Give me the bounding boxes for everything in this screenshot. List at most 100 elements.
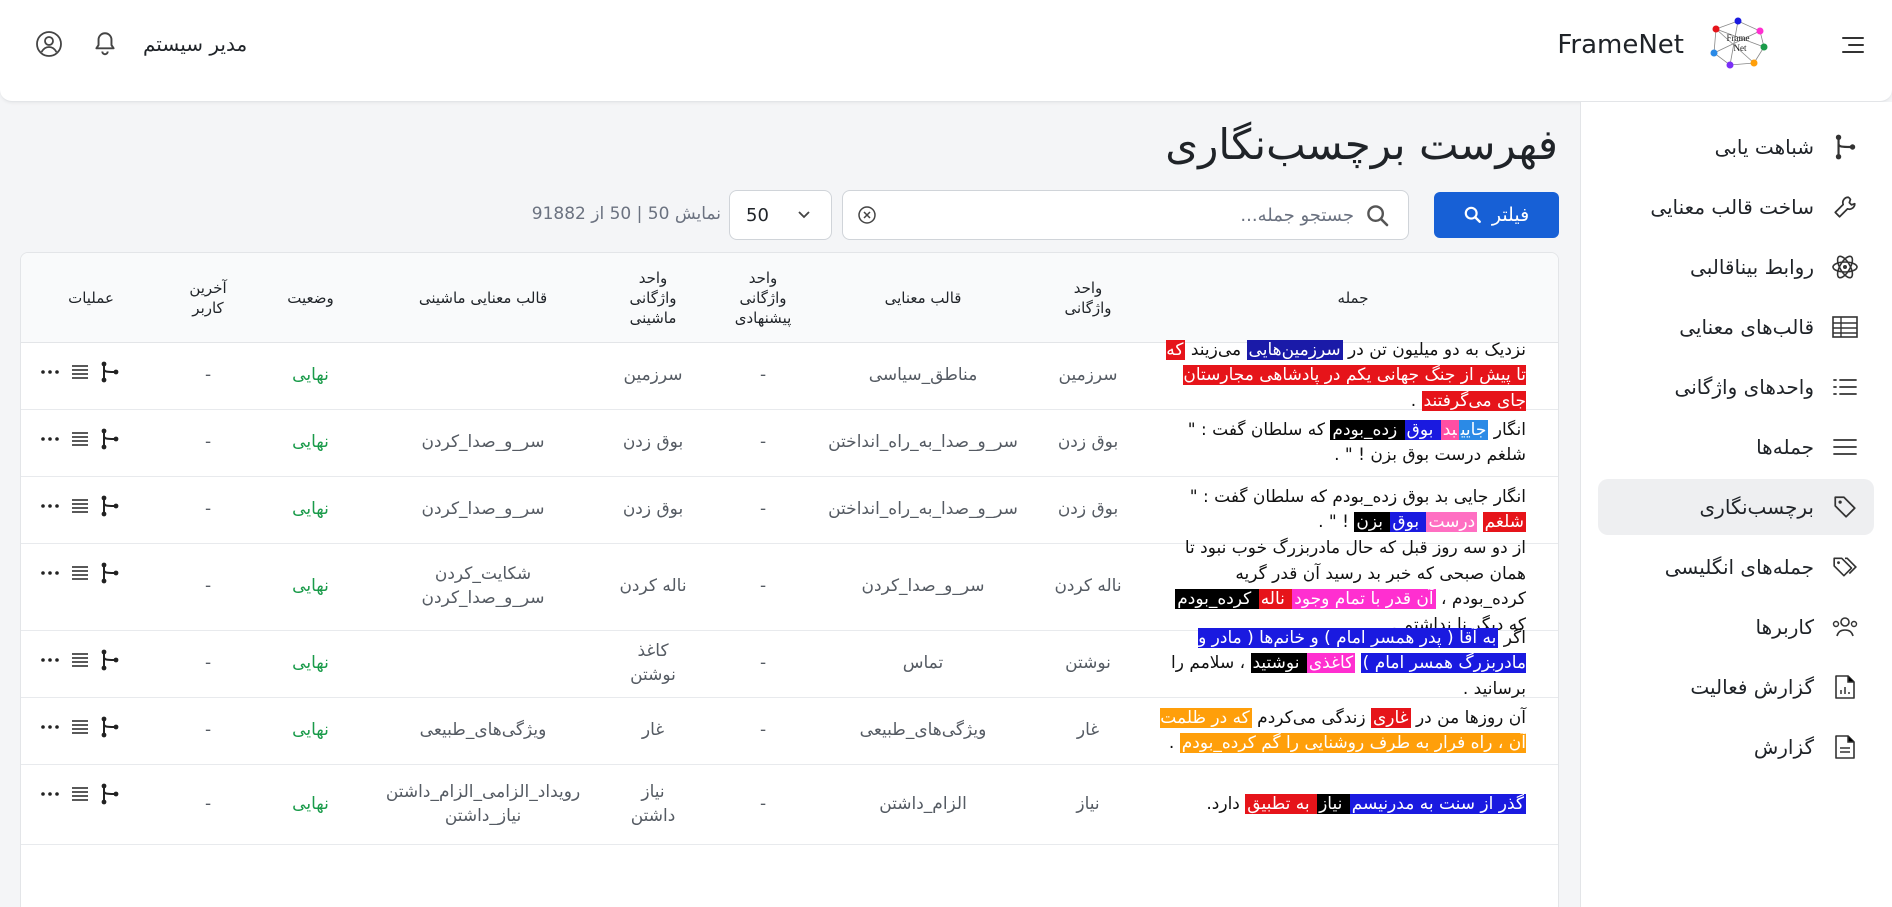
- frame-cell: سر_و_صدا_به_راه_انداختن: [828, 499, 1018, 520]
- highlighted-segment: شلغم: [1482, 512, 1526, 532]
- search-input[interactable]: [924, 199, 1354, 231]
- branch-icon[interactable]: [99, 361, 121, 383]
- bell-icon[interactable]: [90, 30, 118, 60]
- more-icon[interactable]: [39, 562, 61, 584]
- details-icon[interactable]: [69, 562, 91, 584]
- branch-icon[interactable]: [99, 495, 121, 517]
- machine-frame-cell: سر_و_صدا_کردن: [368, 477, 598, 543]
- sidebar-item-frame-relations[interactable]: روابط بیناقالبی: [1598, 239, 1874, 295]
- atom-icon: [1830, 252, 1860, 282]
- sidebar: شباهت یابی ساخت قالب معنایی روابط بیناقا…: [1580, 102, 1892, 907]
- highlighted-segment: سرزمین‌هایی: [1246, 339, 1343, 360]
- sidebar-item-annotation[interactable]: برچسب‌نگاری: [1598, 479, 1874, 535]
- more-icon[interactable]: [39, 428, 61, 450]
- table-row[interactable]: گذر از سنت به مدرنیسم نیاز به تطبیق دارد…: [21, 765, 1558, 845]
- row-actions: [39, 631, 121, 697]
- highlighted-segment: ناله: [1258, 589, 1293, 609]
- row-actions: [39, 765, 121, 844]
- search-box[interactable]: [842, 190, 1409, 240]
- sentence-cell: انگار جایی بد بوق زده_بودم که سلطان گفت …: [1156, 477, 1526, 543]
- filter-button-label: فیلتر: [1491, 204, 1530, 226]
- wrench-icon: [1830, 192, 1860, 222]
- more-icon[interactable]: [39, 361, 61, 383]
- sidebar-item-users[interactable]: کاربرها: [1598, 599, 1874, 655]
- clear-icon[interactable]: [857, 205, 877, 225]
- highlighted-segment: زده_بودم: [1330, 419, 1405, 440]
- sidebar-item-build-frame[interactable]: ساخت قالب معنایی: [1598, 179, 1874, 235]
- details-icon[interactable]: [69, 361, 91, 383]
- machine-lu-cell: سرزمین: [598, 343, 708, 409]
- machine-lu-value: بوق زدن: [622, 432, 684, 453]
- last-user-cell: -: [204, 365, 212, 386]
- page-size-select[interactable]: 50: [729, 190, 832, 240]
- details-icon[interactable]: [69, 649, 91, 671]
- sidebar-item-label: برچسب‌نگاری: [1699, 495, 1814, 519]
- search-icon: [1367, 205, 1389, 227]
- sentence-text: انگار جایی بد بوق زده_بودم که سلطان گفت …: [1189, 486, 1526, 507]
- highlighted-segment: بزن: [1354, 512, 1391, 532]
- lexical-unit-cell: سرزمین: [1058, 365, 1118, 386]
- suggested-lu-cell: -: [759, 499, 767, 520]
- machine-lu-cell: بوق زدن: [598, 410, 708, 476]
- sidebar-item-sentences[interactable]: جمله‌ها: [1598, 419, 1874, 475]
- branch-icon[interactable]: [99, 562, 121, 584]
- machine-lu-cell: کاغذ نوشتن: [598, 631, 708, 697]
- table-row[interactable]: اگر به آقا ( پدر همسر امام ) و خانم‌ها (…: [21, 627, 1558, 699]
- details-icon[interactable]: [69, 783, 91, 805]
- list-icon: [1830, 372, 1860, 402]
- user-name[interactable]: مدیر سیستم: [143, 32, 247, 56]
- col-suggested-lu: واحد واژگانی پیشنهادی: [734, 268, 792, 328]
- sentence-text: .: [1168, 733, 1180, 753]
- sidebar-item-english-sentences[interactable]: جمله‌های انگلیسی: [1598, 539, 1874, 595]
- sidebar-item-frames[interactable]: قالب‌های معنایی: [1598, 299, 1874, 355]
- branch-icon[interactable]: [99, 428, 121, 450]
- table-row[interactable]: از دو سه روز قبل که حال مادربزرگ خوب نبو…: [21, 538, 1558, 635]
- sentence-text: نزدیک به دو میلیون تن در: [1342, 339, 1526, 360]
- framenet-logo[interactable]: Frame Net: [1708, 17, 1768, 69]
- more-icon[interactable]: [39, 716, 61, 738]
- highlighted-segment: بوق: [1390, 512, 1427, 532]
- sentence-cell: انگار جاییبد بوق زده_بودم که سلطان گفت :…: [1156, 410, 1526, 476]
- highlighted-segment: جایی: [1458, 419, 1489, 440]
- row-actions: [39, 544, 121, 630]
- more-icon[interactable]: [39, 783, 61, 805]
- sentence-text: .: [1410, 390, 1422, 411]
- suggested-lu-cell: -: [759, 793, 767, 814]
- details-icon[interactable]: [69, 716, 91, 738]
- table-row[interactable]: آن روزها من در غاری زندگی می‌کردم که در …: [21, 698, 1558, 765]
- sentence-text: می‌زیند: [1185, 339, 1247, 360]
- sidebar-item-activity-report[interactable]: گزارش فعالیت: [1598, 659, 1874, 715]
- sentence-text: اگر: [1498, 627, 1526, 648]
- table-row[interactable]: نزدیک به دو میلیون تن در سرزمین‌هایی می‌…: [21, 339, 1558, 411]
- hamburger-menu-icon[interactable]: [1836, 30, 1870, 60]
- machine-lu-value: سرزمین: [623, 365, 683, 386]
- details-icon[interactable]: [69, 428, 91, 450]
- branch-icon[interactable]: [99, 716, 121, 738]
- branch-icon[interactable]: [99, 649, 121, 671]
- machine-lu-value: ناله کردن: [619, 576, 687, 597]
- details-icon[interactable]: [69, 495, 91, 517]
- sidebar-item-lexical-units[interactable]: واحدهای واژگانی: [1598, 359, 1874, 415]
- more-icon[interactable]: [39, 495, 61, 517]
- filter-button[interactable]: فیلتر: [1434, 192, 1559, 238]
- file-chart-icon: [1830, 672, 1860, 702]
- brand-name: FrameNet: [1557, 30, 1684, 60]
- lexical-unit-cell: نیاز: [1076, 793, 1100, 814]
- suggested-lu-cell: -: [759, 432, 767, 453]
- lexical-unit-cell: ناله کردن: [1054, 576, 1122, 597]
- machine-lu-value: غار: [641, 720, 665, 741]
- sidebar-item-similarity[interactable]: شباهت یابی: [1598, 119, 1874, 175]
- sidebar-item-report[interactable]: گزارش: [1598, 719, 1874, 775]
- chevron-down-icon: [798, 211, 810, 219]
- sidebar-item-label: گزارش فعالیت: [1690, 675, 1814, 699]
- table-row[interactable]: انگار جاییبد بوق زده_بودم که سلطان گفت :…: [21, 410, 1558, 477]
- table-row[interactable]: انگار جایی بد بوق زده_بودم که سلطان گفت …: [21, 477, 1558, 544]
- machine-frame-cell: سر_و_صدا_کردن: [368, 410, 598, 476]
- col-operations: عملیات: [68, 288, 114, 307]
- more-icon[interactable]: [39, 649, 61, 671]
- branch-icon[interactable]: [99, 783, 121, 805]
- user-avatar-icon[interactable]: [35, 30, 63, 58]
- result-count: نمایش 50 | 50 از 91882: [531, 204, 721, 224]
- branch-icon: [1830, 132, 1860, 162]
- status-cell: نهایی: [292, 499, 329, 520]
